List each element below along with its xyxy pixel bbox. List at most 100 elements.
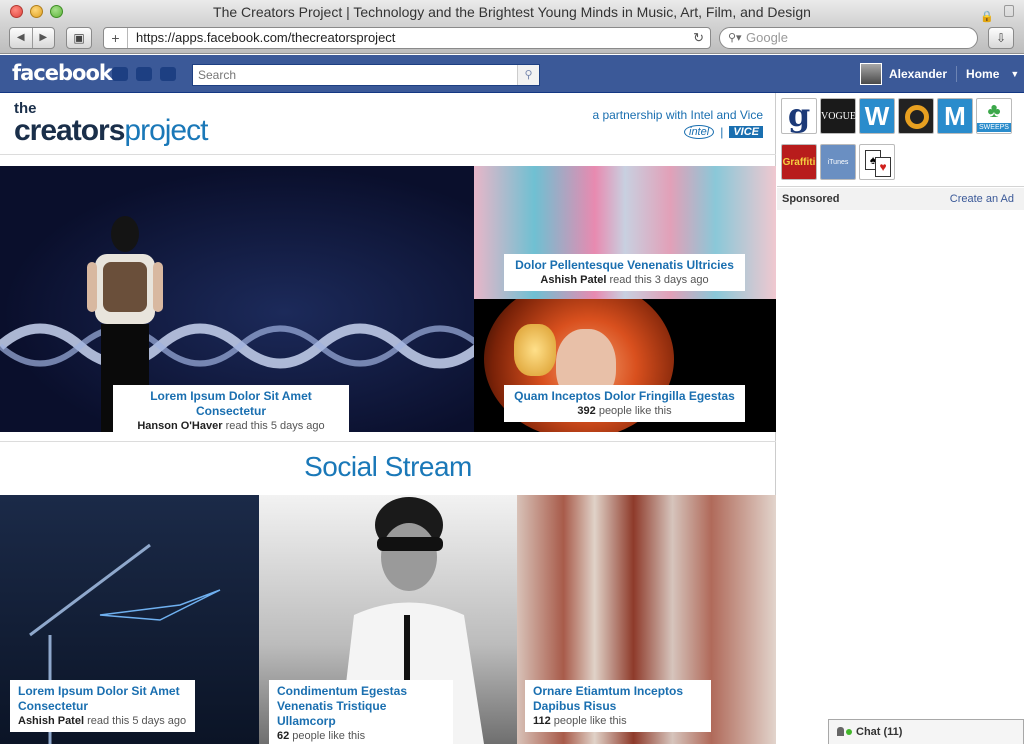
share-button[interactable]: ▣ <box>66 27 92 49</box>
bookmark-ring-app[interactable] <box>898 98 934 134</box>
account-menu-icon[interactable]: ▼ <box>1010 69 1019 79</box>
facebook-header: facebook Search ⚲ Alexander Home ▼ <box>0 55 1024 93</box>
featured-tile-anatomy[interactable]: Dolor Pellentesque Venenatis Ultricies A… <box>474 166 776 299</box>
reload-icon[interactable]: ↻ <box>693 28 704 48</box>
messages-icon[interactable] <box>136 67 152 81</box>
bookmark-w[interactable]: W <box>859 98 895 134</box>
partnership-text: a partnership with Intel and Vice <box>592 108 763 122</box>
bookmark-guardian[interactable]: g <box>781 98 817 134</box>
clover-icon: ♣ <box>987 100 1001 122</box>
bookmark-label: SWEEPS <box>977 123 1011 132</box>
article-title-line1[interactable]: Condimentum Egestas <box>277 684 445 699</box>
ring-icon <box>905 105 929 129</box>
featured-caption-bjork[interactable]: Quam Inceptos Dolor Fringilla Egestas 39… <box>504 385 745 422</box>
article-title-line2[interactable]: Dapibus Risus <box>533 699 703 714</box>
article-title-line1[interactable]: Ornare Etiamtum Inceptos <box>533 684 703 699</box>
search-icon: ⚲▾ <box>728 32 742 44</box>
fullscreen-icon[interactable] <box>1004 5 1014 17</box>
stream-tile-crane[interactable]: Lorem Ipsum Dolor Sit Amet Consectetur A… <box>0 495 259 744</box>
browser-search-field[interactable]: ⚲▾ Google <box>719 27 978 49</box>
featured-tile-main[interactable]: Lorem Ipsum Dolor Sit Amet Consectetur H… <box>0 166 474 432</box>
bookmark-m[interactable]: M <box>937 98 973 134</box>
partnership-banner: a partnership with Intel and Vice intel … <box>592 108 763 139</box>
stream-caption-abstract[interactable]: Ornare Etiamtum Inceptos Dapibus Risus 1… <box>525 680 711 732</box>
facebook-logo[interactable]: facebook <box>12 61 113 85</box>
bookmark-label: M <box>944 101 966 131</box>
article-title-line2[interactable]: Consectetur <box>18 699 187 714</box>
bookmark-vogue[interactable]: VOGUE <box>820 98 856 134</box>
creators-project-logo[interactable]: the creatorsproject <box>14 101 208 147</box>
intel-logo[interactable]: intel <box>684 125 715 139</box>
like-count: 62 <box>277 730 290 742</box>
create-ad-link[interactable]: Create an Ad <box>950 188 1014 210</box>
vice-logo[interactable]: VICE <box>729 126 763 138</box>
stream-tile-portrait[interactable]: Condimentum Egestas Venenatis Tristique … <box>259 495 517 744</box>
article-title[interactable]: Lorem Ipsum Dolor Sit Amet Consectetur <box>121 389 341 419</box>
url-text: https://apps.facebook.com/thecreatorspro… <box>136 30 396 45</box>
article-title-line1[interactable]: Lorem Ipsum Dolor Sit Amet <box>18 684 187 699</box>
stream-caption-crane[interactable]: Lorem Ipsum Dolor Sit Amet Consectetur A… <box>10 680 195 732</box>
article-title[interactable]: Quam Inceptos Dolor Fringilla Egestas <box>512 389 737 404</box>
read-time: read this 5 days ago <box>84 715 187 727</box>
brand-creators: creators <box>14 114 125 147</box>
article-title[interactable]: Dolor Pellentesque Venenatis Ultricies <box>512 258 737 273</box>
bookmark-label: iTunes <box>827 159 849 166</box>
bookmark-itunes[interactable]: iTunes <box>820 144 856 180</box>
online-status-icon <box>846 729 852 735</box>
chat-label: Chat (11) <box>856 726 903 738</box>
browser-search-placeholder: Google <box>746 30 788 45</box>
featured-caption-main[interactable]: Lorem Ipsum Dolor Sit Amet Consectetur H… <box>113 385 349 432</box>
reader-name[interactable]: Ashish Patel <box>18 715 84 727</box>
sponsored-header: Sponsored Create an Ad <box>777 188 1024 210</box>
stream-tile-abstract[interactable]: Ornare Etiamtum Inceptos Dapibus Risus 1… <box>517 495 776 744</box>
article-title-line2[interactable]: Venenatis Tristique Ullamcorp <box>277 699 445 729</box>
window-title: The Creators Project | Technology and th… <box>213 4 811 20</box>
downloads-button[interactable]: ⇩ <box>988 27 1014 49</box>
stream-caption-portrait[interactable]: Condimentum Egestas Venenatis Tristique … <box>269 680 453 744</box>
sponsored-label: Sponsored <box>782 193 840 205</box>
user-name-link[interactable]: Alexander <box>889 67 947 81</box>
zoom-window-button[interactable] <box>50 5 63 18</box>
notification-icons <box>112 67 176 81</box>
avatar[interactable] <box>860 63 882 85</box>
close-window-button[interactable] <box>10 5 23 18</box>
add-bookmark-icon[interactable]: + <box>104 28 128 48</box>
featured-caption-anatomy[interactable]: Dolor Pellentesque Venenatis Ultricies A… <box>504 254 745 291</box>
address-bar[interactable]: + https://apps.facebook.com/thecreatorsp… <box>103 27 711 49</box>
like-text: people like this <box>595 405 672 417</box>
browser-window: The Creators Project | Technology and th… <box>0 0 1024 744</box>
bookmark-label: W <box>864 101 890 131</box>
user-icon <box>837 727 844 736</box>
bookmark-cards-game[interactable]: ♠ ♥ <box>859 144 895 180</box>
search-icon[interactable]: ⚲ <box>517 65 539 85</box>
back-button[interactable]: ◀ <box>10 28 33 48</box>
notifications-icon[interactable] <box>160 67 176 81</box>
forward-button[interactable]: ▶ <box>33 28 55 48</box>
section-divider <box>0 441 776 442</box>
reader-name[interactable]: Ashish Patel <box>540 274 606 286</box>
bookmark-label: Graffiti <box>782 157 816 168</box>
user-nav: Alexander Home ▼ <box>860 63 1019 85</box>
bookmark-graffiti[interactable]: Graffiti <box>781 144 817 180</box>
minimize-window-button[interactable] <box>30 5 43 18</box>
chat-bar[interactable]: Chat (11) <box>828 719 1024 744</box>
like-text: people like this <box>289 730 366 742</box>
facebook-search-input[interactable]: Search ⚲ <box>192 64 540 86</box>
like-count: 112 <box>533 715 551 727</box>
right-sidebar: g VOGUE W M ♣ SWEEPS Graffiti iTunes ♠ ♥… <box>777 93 1024 744</box>
header-divider <box>0 154 776 155</box>
featured-tile-bjork[interactable]: Quam Inceptos Dolor Fringilla Egestas 39… <box>474 299 776 432</box>
browser-toolbar: ◀ ▶ ▣ + https://apps.facebook.com/thecre… <box>0 24 1024 54</box>
home-link[interactable]: Home <box>966 67 999 81</box>
read-time: read this 3 days ago <box>606 274 709 286</box>
read-time: read this 5 days ago <box>222 420 325 432</box>
app-canvas: the creatorsproject a partnership with I… <box>0 93 776 744</box>
friend-requests-icon[interactable] <box>112 67 128 81</box>
bookmark-sweeps[interactable]: ♣ SWEEPS <box>976 98 1012 134</box>
title-bar: The Creators Project | Technology and th… <box>0 0 1024 24</box>
reader-name[interactable]: Hanson O'Haver <box>137 420 222 432</box>
social-stream-title: Social Stream <box>304 451 472 482</box>
like-count: 392 <box>577 405 596 417</box>
back-forward-buttons: ◀ ▶ <box>9 27 55 49</box>
facebook-search-placeholder: Search <box>198 68 237 82</box>
